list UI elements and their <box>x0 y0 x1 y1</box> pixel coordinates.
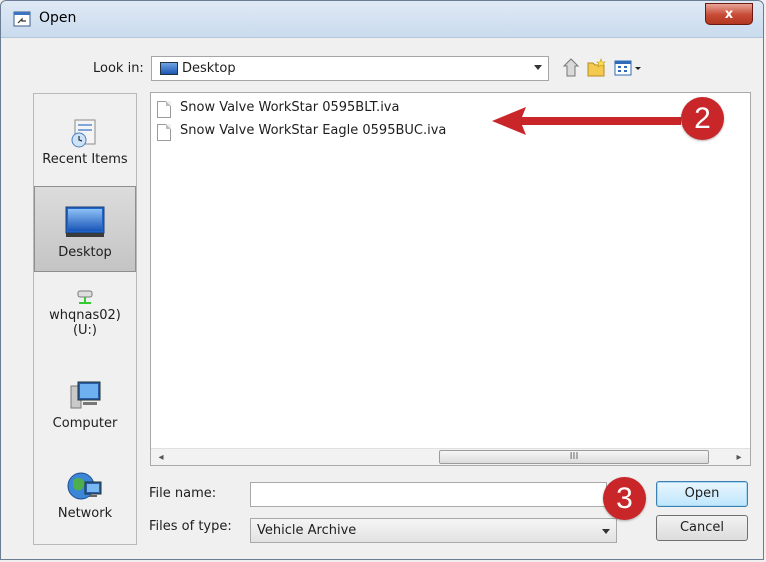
list-item[interactable]: Snow Valve WorkStar 0595BLT.iva <box>157 99 417 119</box>
open-button[interactable]: Open <box>656 481 748 507</box>
place-recent-items[interactable]: Recent Items <box>34 108 136 190</box>
file-name-label: File name: <box>149 486 217 501</box>
document-icon <box>157 124 171 141</box>
place-label: Network <box>57 506 113 521</box>
chevron-down-icon[interactable] <box>534 65 542 70</box>
place-label: Recent Items <box>42 152 128 167</box>
place-label: Computer <box>52 416 118 431</box>
place-desktop[interactable]: Desktop <box>34 186 136 272</box>
place-network-drive[interactable]: whqnas02) (U:) <box>34 286 136 356</box>
chevron-down-icon[interactable] <box>602 529 610 534</box>
recent-items-icon <box>71 119 96 148</box>
files-of-type-value: Vehicle Archive <box>257 523 357 538</box>
network-drive-icon <box>77 290 93 304</box>
place-label: Desktop <box>58 245 112 260</box>
view-menu-icon[interactable] <box>613 56 643 80</box>
annotation-arrow <box>492 107 681 135</box>
file-list[interactable]: Snow Valve WorkStar 0595BLT.iva Snow Val… <box>150 92 751 466</box>
look-in-value: Desktop <box>182 61 236 76</box>
place-network[interactable]: Network <box>34 466 136 532</box>
files-of-type-dropdown[interactable]: Vehicle Archive <box>250 518 617 543</box>
step-2-badge: 2 <box>681 97 724 140</box>
close-button[interactable]: x <box>705 3 753 25</box>
look-in-label: Look in: <box>93 61 144 76</box>
scroll-right-icon[interactable]: ▸ <box>732 451 746 464</box>
network-icon <box>67 472 102 500</box>
scroll-left-icon[interactable]: ◂ <box>154 451 168 464</box>
step-3-badge: 3 <box>603 477 646 520</box>
up-folder-icon[interactable] <box>561 56 583 80</box>
file-name: Snow Valve WorkStar 0595BLT.iva <box>180 100 400 115</box>
scrollbar-thumb[interactable]: III <box>439 450 709 464</box>
desktop-icon <box>160 62 178 75</box>
list-item[interactable]: Snow Valve WorkStar Eagle 0595BUC.iva <box>157 122 457 142</box>
places-sidebar: Recent Items Desktop whqnas02) (U:) Comp… <box>33 93 137 545</box>
open-dialog-icon <box>13 11 31 27</box>
document-icon <box>157 101 171 118</box>
horizontal-scrollbar[interactable]: ◂ III ▸ <box>151 448 750 465</box>
computer-icon <box>70 381 101 409</box>
cancel-button[interactable]: Cancel <box>656 515 748 541</box>
file-name: Snow Valve WorkStar Eagle 0595BUC.iva <box>180 123 447 138</box>
new-folder-icon[interactable] <box>586 56 608 80</box>
title-bar: Open x <box>1 1 763 38</box>
place-label-line1: whqnas02) <box>49 308 121 323</box>
place-computer[interactable]: Computer <box>34 376 136 442</box>
place-label-line2: (U:) <box>72 323 98 338</box>
window-title: Open <box>39 10 77 26</box>
desktop-icon <box>65 206 105 237</box>
open-dialog: Open x Look in: Desktop Recent Items Des… <box>0 0 764 560</box>
file-name-field[interactable] <box>250 482 607 507</box>
files-of-type-label: Files of type: <box>149 519 232 534</box>
look-in-dropdown[interactable]: Desktop <box>151 56 549 81</box>
